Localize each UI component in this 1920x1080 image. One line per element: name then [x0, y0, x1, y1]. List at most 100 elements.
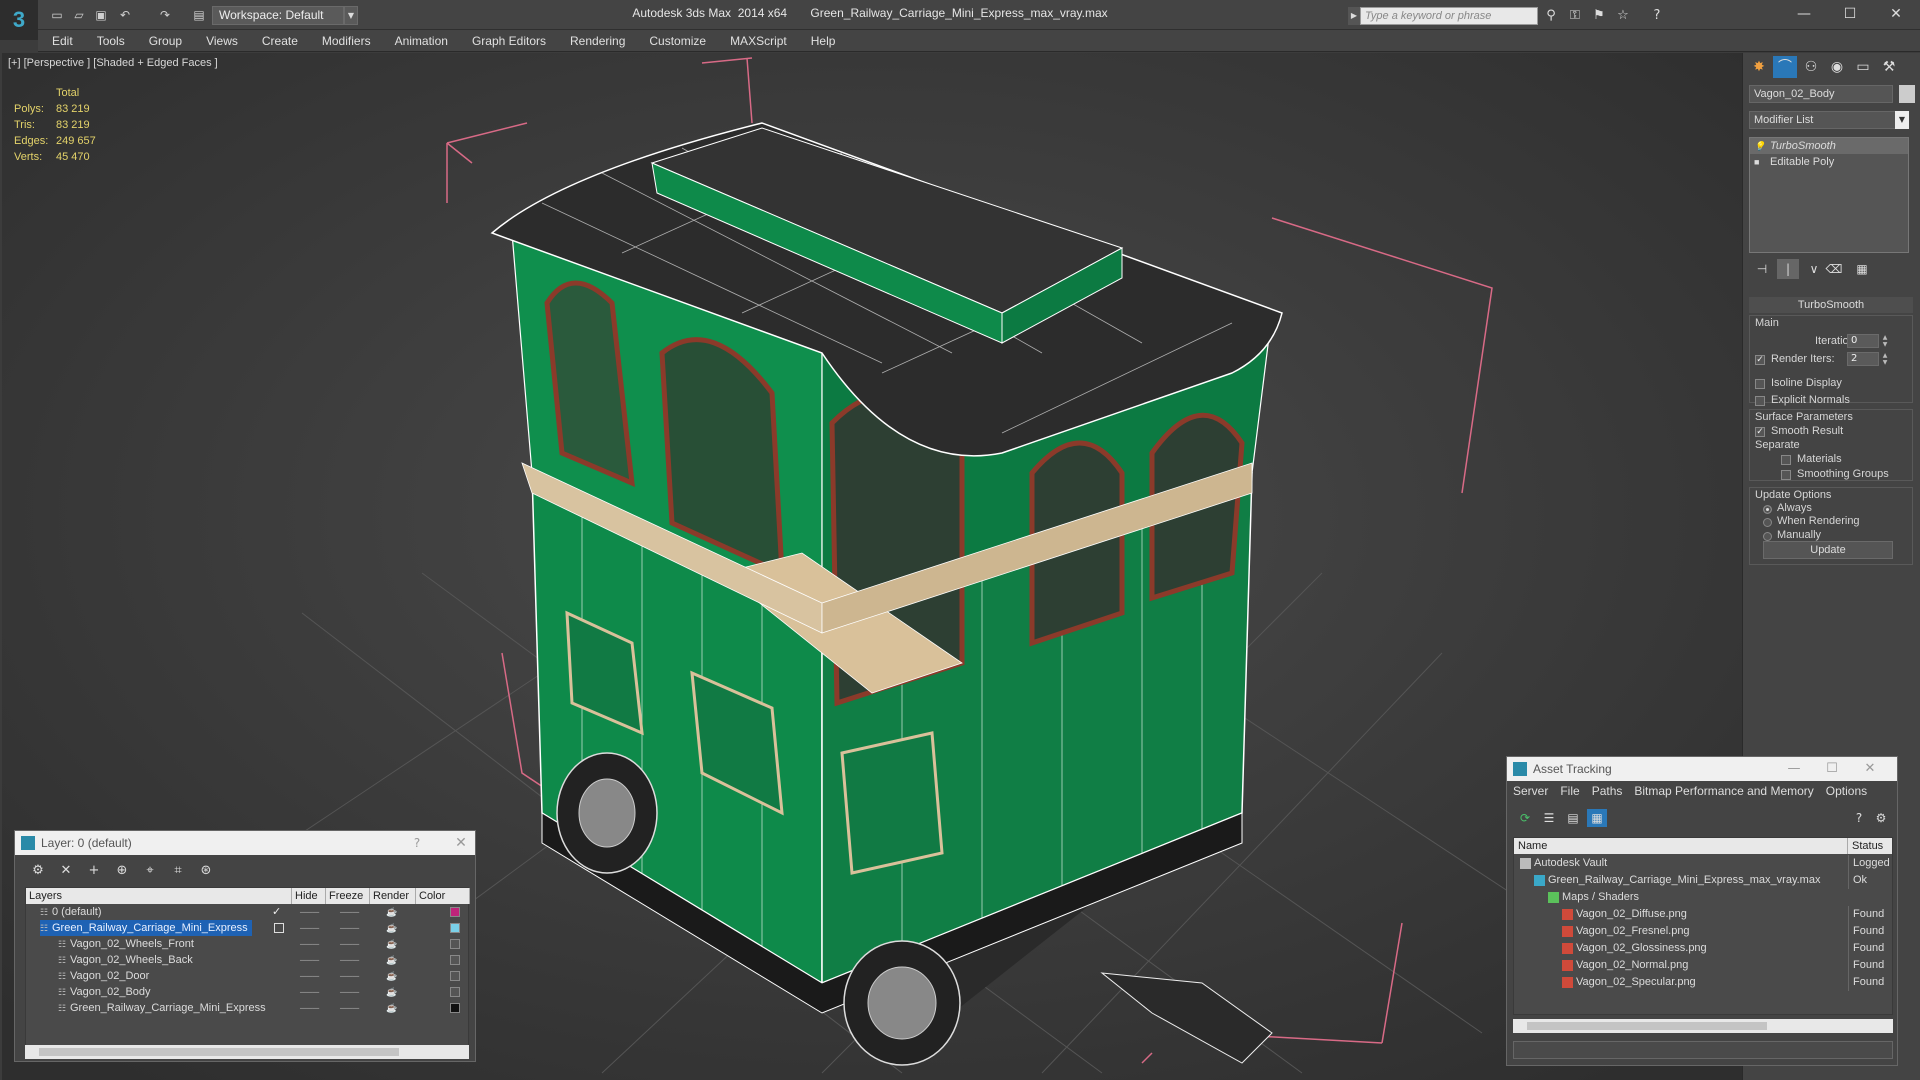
column-header-hide[interactable]: Hide: [292, 888, 326, 904]
favorites-star-icon[interactable]: ☆: [1614, 8, 1632, 24]
layer-row[interactable]: Vagon_02_Body ☷ ─── ─── ☕: [26, 984, 468, 1000]
save-file-icon[interactable]: ▣: [92, 7, 110, 23]
modifier-list-dropdown[interactable]: Modifier List: [1749, 111, 1909, 129]
layer-name[interactable]: Vagon_02_Wheels_Front: [58, 936, 198, 952]
list-view-icon[interactable]: ☰: [1539, 809, 1559, 827]
asset-path-field[interactable]: [1513, 1041, 1893, 1059]
freeze-toggle[interactable]: ───: [340, 920, 359, 936]
layer-name[interactable]: Vagon_02_Body: [58, 984, 155, 1000]
update-button[interactable]: Update: [1763, 541, 1893, 559]
table-view-icon[interactable]: ▦: [1587, 809, 1607, 827]
layer-row[interactable]: Green_Railway_Carriage_Mini_Express ☷ ─── ─…: [26, 1000, 468, 1016]
project-folder-icon[interactable]: ▤: [190, 7, 208, 23]
freeze-toggle[interactable]: ───: [340, 904, 359, 920]
binoculars-icon[interactable]: ⚲: [1542, 8, 1560, 24]
menu-graph-editors[interactable]: Graph Editors: [472, 34, 546, 48]
freeze-toggle[interactable]: ───: [340, 1000, 359, 1016]
freeze-toggle[interactable]: ───: [340, 936, 359, 952]
menu-maxscript[interactable]: MAXScript: [730, 34, 787, 48]
layer-name[interactable]: 0 (default): [40, 904, 106, 920]
asset-row[interactable]: Green_Railway_Carriage_Mini_Express_max_…: [1514, 872, 1892, 889]
asset-menu-server[interactable]: Server: [1513, 784, 1548, 798]
render-teapot-icon[interactable]: ☕: [384, 984, 400, 1000]
asset-row[interactable]: Vagon_02_Specular.png Found: [1514, 974, 1892, 991]
smooth-result-checkbox[interactable]: ✓: [1755, 427, 1765, 437]
hide-toggle[interactable]: ───: [300, 936, 319, 952]
add-to-layer-icon[interactable]: ⊕: [111, 861, 133, 881]
set-current-layer-icon[interactable]: ⊛: [195, 861, 217, 881]
hierarchy-tab-icon[interactable]: ⚇: [1799, 56, 1823, 78]
freeze-toggle[interactable]: ───: [340, 984, 359, 1000]
menu-edit[interactable]: Edit: [52, 34, 73, 48]
iterations-spinner[interactable]: 0: [1847, 334, 1879, 348]
select-layer-icon[interactable]: ⌗: [167, 861, 189, 881]
menu-create[interactable]: Create: [262, 34, 298, 48]
explicit-normals-checkbox[interactable]: [1755, 396, 1765, 406]
spinner-arrows-icon[interactable]: ▲ ▼: [1881, 352, 1889, 366]
layer-color-swatch[interactable]: [450, 923, 460, 933]
bulb-icon[interactable]: ■: [1754, 154, 1764, 170]
freeze-toggle[interactable]: ───: [340, 968, 359, 984]
hide-toggle[interactable]: ───: [300, 952, 319, 968]
menu-views[interactable]: Views: [206, 34, 238, 48]
spinner-arrows-icon[interactable]: ▲ ▼: [1881, 334, 1889, 348]
layer-name[interactable]: Green_Railway_Carriage_Mini_Express: [58, 1000, 270, 1016]
layer-color-swatch[interactable]: [450, 955, 460, 965]
workspace-dropdown-arrow-icon[interactable]: ▼: [344, 6, 358, 25]
menu-animation[interactable]: Animation: [395, 34, 448, 48]
maximize-icon[interactable]: ☐: [1817, 757, 1847, 781]
column-header-layers[interactable]: Layers: [26, 888, 292, 904]
minimize-icon[interactable]: —: [1784, 3, 1824, 25]
render-teapot-icon[interactable]: ☕: [384, 920, 400, 936]
column-header-freeze[interactable]: Freeze: [326, 888, 370, 904]
modifier-list-arrow-icon[interactable]: ▼: [1895, 111, 1909, 129]
turbosmooth-rollout-title[interactable]: TurboSmooth: [1749, 297, 1913, 313]
modify-tab-icon[interactable]: ⌒: [1773, 56, 1797, 78]
manually-radio[interactable]: [1763, 532, 1772, 541]
open-file-icon[interactable]: ▱: [70, 7, 88, 23]
layer-row[interactable]: Vagon_02_Door ☷ ─── ─── ☕: [26, 968, 468, 984]
close-icon[interactable]: ✕: [1876, 3, 1916, 25]
render-teapot-icon[interactable]: ☕: [384, 1000, 400, 1016]
render-teapot-icon[interactable]: ☕: [384, 952, 400, 968]
freeze-toggle[interactable]: ───: [340, 952, 359, 968]
render-iters-spinner[interactable]: 2: [1847, 352, 1879, 366]
stack-item-turbosmooth[interactable]: 💡 TurboSmooth: [1750, 138, 1908, 154]
hide-toggle[interactable]: ───: [300, 904, 319, 920]
layer-window-title[interactable]: Layer: 0 (default): [15, 831, 475, 855]
layer-color-swatch[interactable]: [450, 907, 460, 917]
undo-icon[interactable]: ↶: [116, 7, 134, 23]
close-icon[interactable]: ✕: [1855, 757, 1885, 781]
redo-icon[interactable]: ↷: [156, 7, 174, 23]
show-end-result-icon[interactable]: |: [1777, 259, 1799, 279]
close-icon[interactable]: ✕: [451, 831, 471, 855]
menu-group[interactable]: Group: [149, 34, 182, 48]
create-tab-icon[interactable]: ✸: [1747, 56, 1771, 78]
always-radio[interactable]: [1763, 505, 1772, 514]
layer-row[interactable]: 0 (default) ☷ ─── ─── ☕ ✓: [26, 904, 468, 920]
materials-checkbox[interactable]: [1781, 455, 1791, 465]
menu-tools[interactable]: Tools: [97, 34, 125, 48]
column-header-name[interactable]: Name: [1514, 838, 1848, 854]
asset-row[interactable]: Vagon_02_Diffuse.png Found: [1514, 906, 1892, 923]
make-unique-icon[interactable]: ∨: [1803, 259, 1825, 279]
help-icon[interactable]: ?: [1849, 809, 1869, 827]
remove-modifier-icon[interactable]: ⌫: [1823, 259, 1845, 279]
scrollbar-thumb[interactable]: [39, 1048, 399, 1056]
settings-icon[interactable]: ⚙: [1871, 809, 1891, 827]
new-file-icon[interactable]: ▭: [48, 7, 66, 23]
pin-stack-icon[interactable]: ⊣: [1751, 259, 1773, 279]
menu-help[interactable]: Help: [811, 34, 836, 48]
refresh-icon[interactable]: ⟳: [1515, 809, 1535, 827]
search-expand-icon[interactable]: ▶: [1348, 7, 1360, 25]
subscription-icon[interactable]: ⚿: [1566, 8, 1584, 24]
maximize-icon[interactable]: ☐: [1830, 3, 1870, 25]
active-layer-box-icon[interactable]: [274, 923, 284, 933]
help-icon[interactable]: ?: [407, 831, 427, 855]
object-name-field[interactable]: Vagon_02_Body: [1749, 85, 1893, 103]
hide-toggle[interactable]: ───: [300, 1000, 319, 1016]
column-header-color[interactable]: Color: [416, 888, 470, 904]
layer-color-swatch[interactable]: [450, 1003, 460, 1013]
menu-customize[interactable]: Customize: [649, 34, 706, 48]
asset-menu-paths[interactable]: Paths: [1592, 784, 1623, 798]
